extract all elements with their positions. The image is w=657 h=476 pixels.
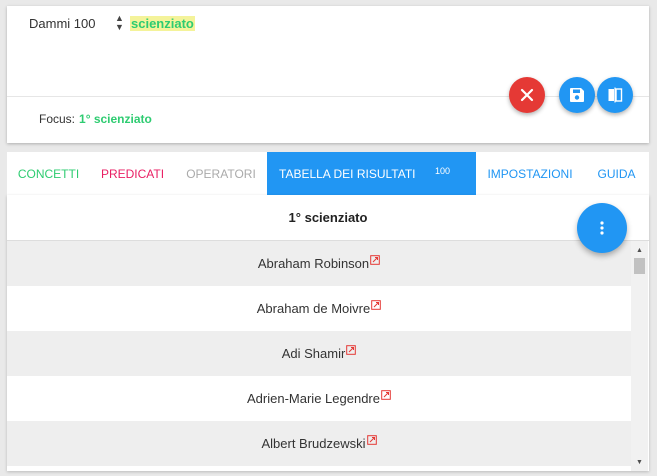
results-rows: Abraham Robinson Abraham de Moivre Adi S… [7, 241, 631, 466]
scroll-thumb[interactable] [634, 258, 645, 274]
scroll-down-icon[interactable]: ▼ [631, 455, 648, 469]
query-panel: Dammi 100 ▲ ▼ scienziato Focus: 1° scienzi… [7, 6, 649, 143]
tab-label: TABELLA DEI RISULTATI [279, 166, 416, 181]
table-row[interactable]: Abraham de Moivre [7, 286, 631, 331]
external-link-icon[interactable] [346, 344, 357, 355]
number-spinner-icon[interactable]: ▲ ▼ [115, 14, 125, 32]
external-link-icon[interactable] [381, 389, 391, 400]
results-table: 1° scienziato Abraham Robinson Abraham d… [7, 195, 649, 471]
result-name: Albert Brudzewski [261, 436, 366, 451]
external-link-icon[interactable] [370, 254, 380, 265]
focus-row: Focus: 1° scienziato [39, 112, 152, 126]
tab-bar: CONCETTI PREDICATI OPERATORI TABELLA DEI… [7, 152, 649, 195]
vertical-dots-icon [600, 221, 604, 235]
tab-tabella-dei-risultati[interactable]: TABELLA DEI RISULTATI 100 [267, 152, 476, 195]
scroll-up-icon[interactable]: ▲ [631, 243, 648, 257]
query-row: Dammi 100 ▲ ▼ scienziato [29, 14, 195, 32]
query-prefix: Dammi 100 [29, 15, 96, 31]
tab-concetti[interactable]: CONCETTI [7, 152, 90, 195]
tab-impostazioni[interactable]: IMPOSTAZIONI [476, 152, 584, 195]
save-button[interactable] [559, 77, 595, 113]
focus-label: Focus: [39, 112, 76, 126]
cancel-button[interactable] [509, 77, 545, 113]
result-count-badge: 100 [435, 166, 451, 176]
more-options-button[interactable] [577, 203, 627, 253]
table-row[interactable]: Adrien-Marie Legendre [7, 376, 631, 421]
close-icon [520, 88, 534, 102]
result-name: Adrien-Marie Legendre [247, 391, 380, 406]
query-concept[interactable]: scienziato [130, 15, 195, 31]
results-scrollbar[interactable]: ▲ ▼ [631, 241, 648, 471]
floppy-disk-icon [570, 88, 584, 102]
column-header[interactable]: 1° scienziato [7, 195, 649, 241]
compare-icon [608, 87, 623, 103]
result-name: Abraham de Moivre [256, 301, 371, 316]
table-row[interactable]: Adi Shamir [7, 331, 631, 376]
tab-predicati[interactable]: PREDICATI [90, 152, 175, 195]
tab-guida[interactable]: GUIDA [584, 152, 649, 195]
table-row[interactable]: Albert Brudzewski [7, 421, 631, 466]
result-name: Adi Shamir [281, 346, 346, 361]
external-link-icon[interactable] [366, 434, 377, 445]
divider [7, 96, 649, 97]
focus-value[interactable]: 1° scienziato [79, 112, 152, 126]
compare-button[interactable] [597, 77, 633, 113]
tab-operatori[interactable]: OPERATORI [175, 152, 267, 195]
result-name: Abraham Robinson [257, 256, 370, 271]
external-link-icon[interactable] [371, 299, 382, 310]
table-row[interactable]: Abraham Robinson [7, 241, 631, 286]
